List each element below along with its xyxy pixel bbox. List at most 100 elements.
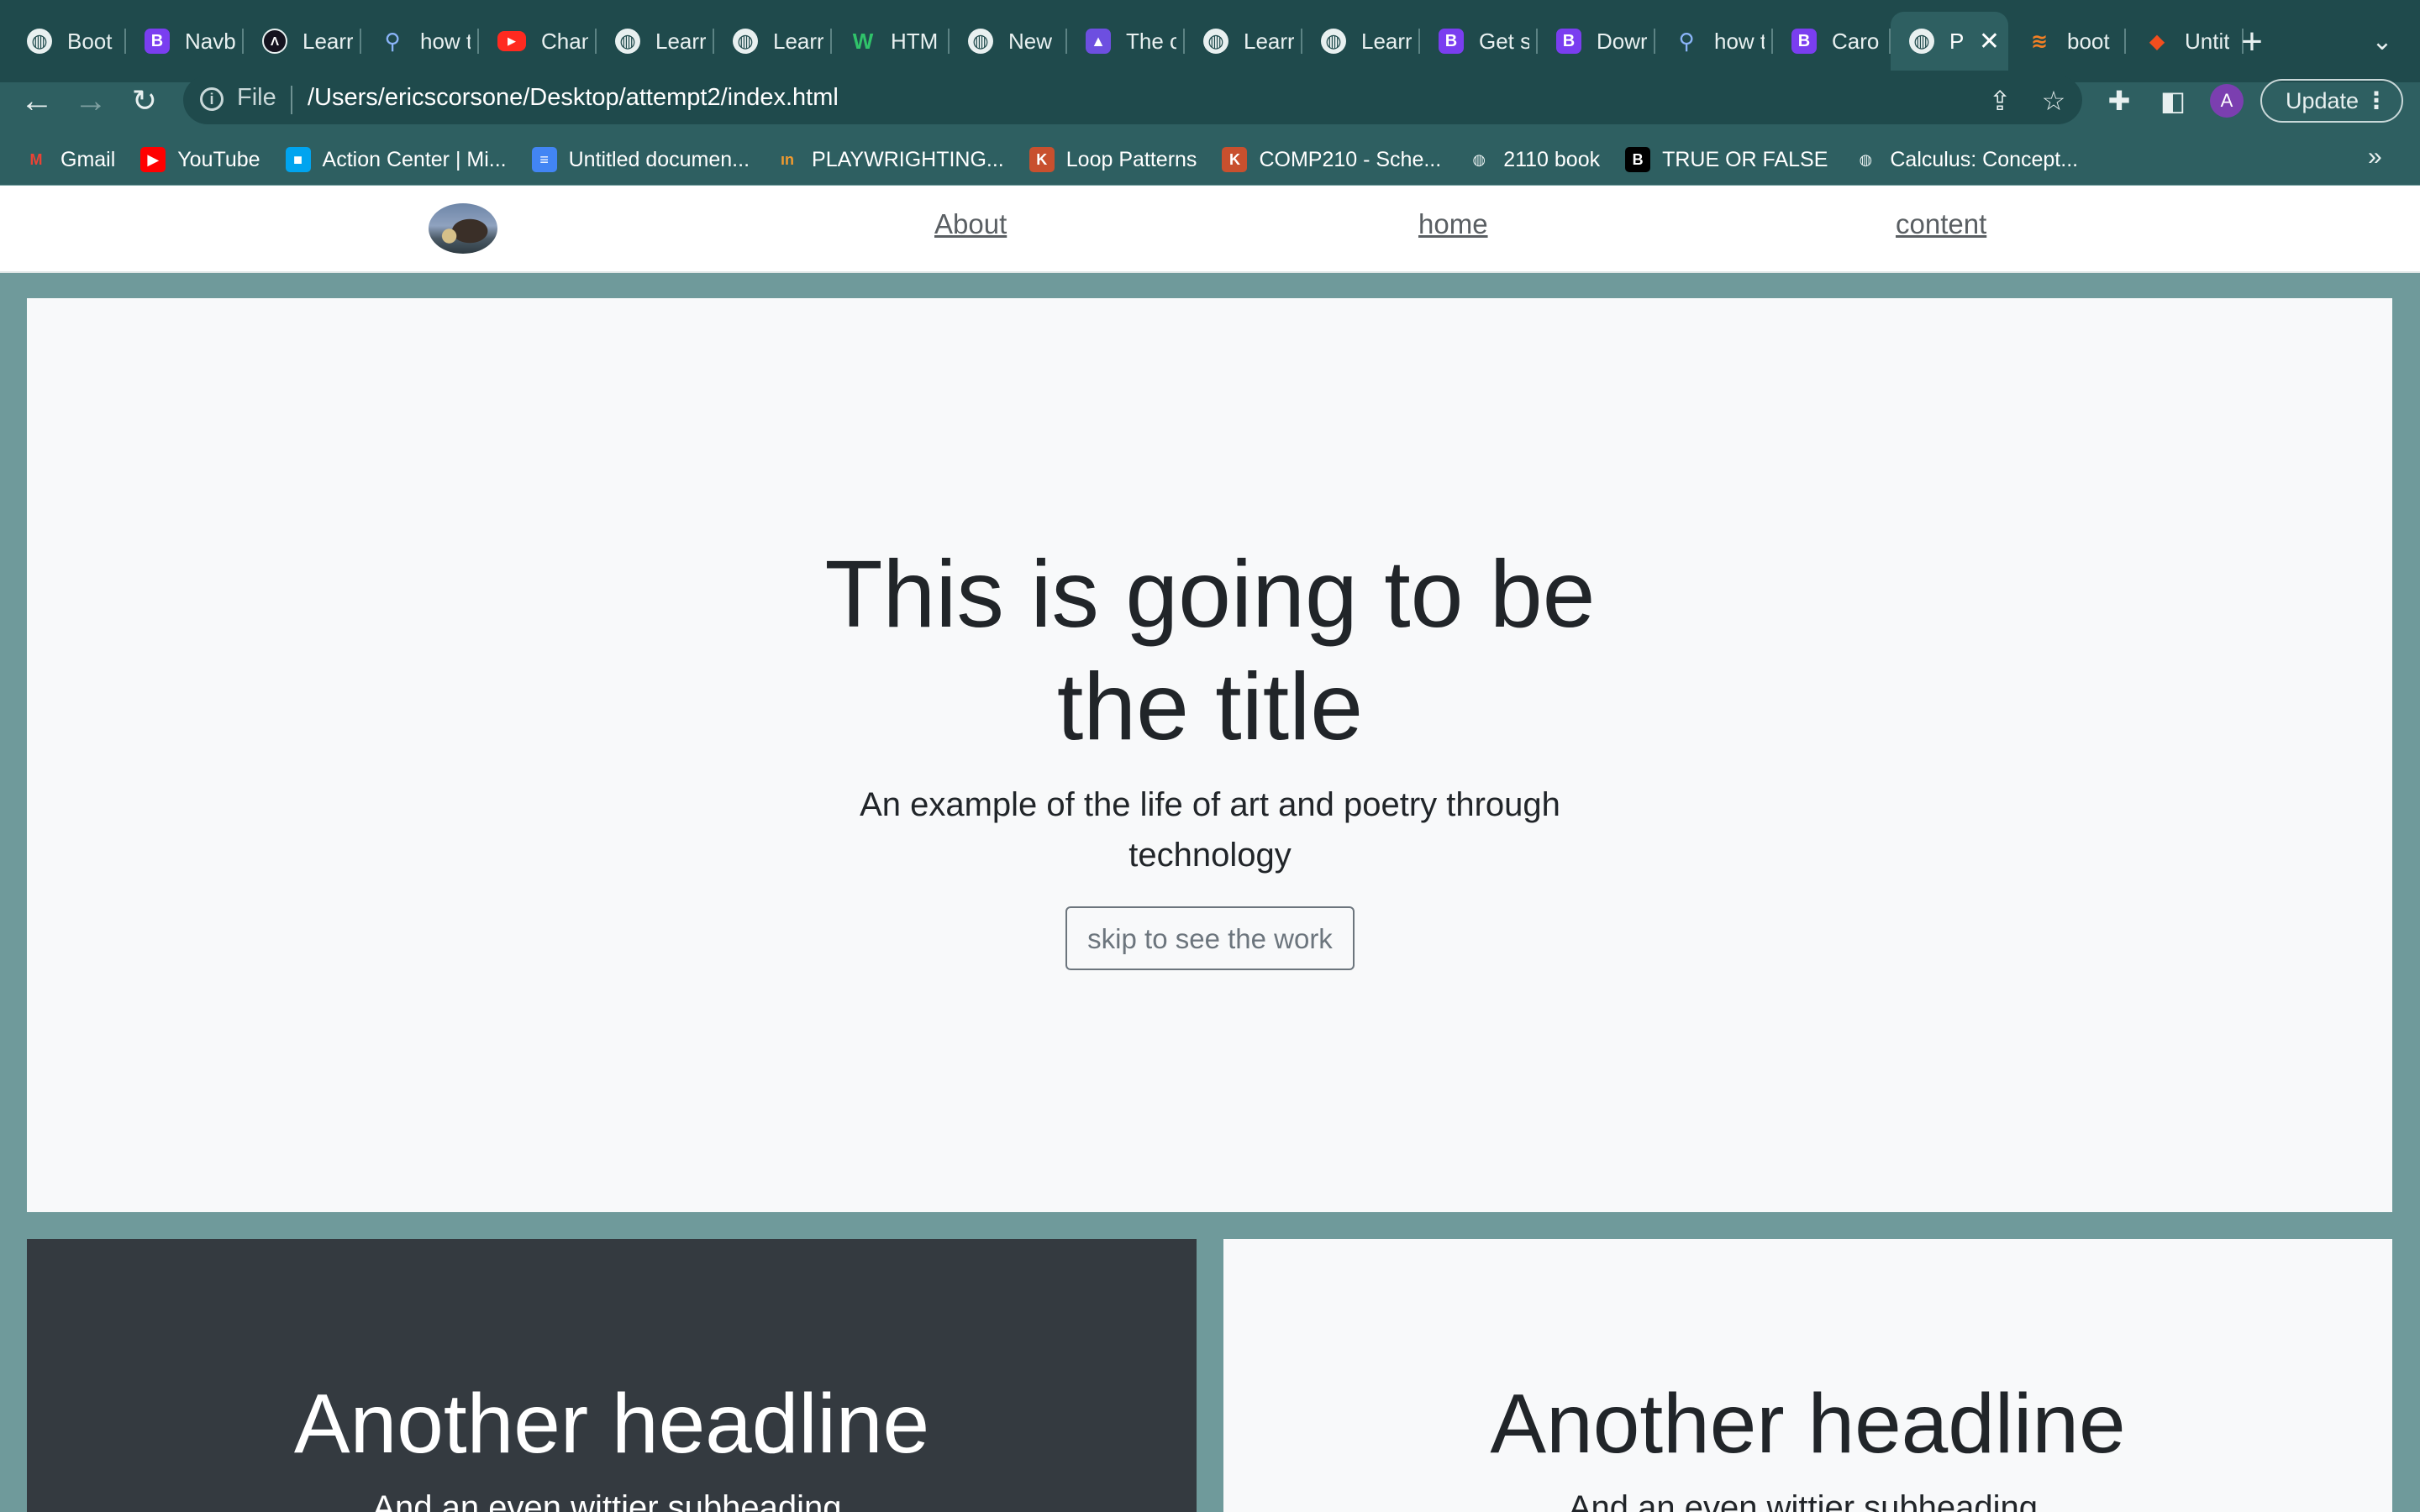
tab[interactable]: ▶ Chan — [479, 12, 597, 71]
tab[interactable]: ◆ Untit — [2126, 12, 2244, 71]
card-subheading: And an even wittier subheading. — [1568, 1489, 2048, 1512]
search-icon: ⚲ — [384, 28, 401, 54]
tab-title: boot — [2067, 28, 2110, 54]
tab[interactable]: ≋ boot — [2008, 12, 2126, 71]
tab[interactable]: B Navb — [126, 12, 244, 71]
figma-icon: ◆ — [2149, 29, 2165, 53]
tab[interactable]: ◍ Learr — [1185, 12, 1302, 71]
bookmarks-row: M Gmail ▶ YouTube ■ Action Center | Mi... ≡ Unt… — [24, 141, 2103, 178]
hero-title: This is going to be the title — [824, 541, 1596, 759]
rocket-icon: ▲ — [1086, 29, 1111, 54]
new-tab-button[interactable]: + — [2235, 18, 2269, 66]
stackoverflow-icon: ≋ — [2030, 29, 2049, 53]
tab-title: HTM — [891, 28, 939, 54]
site-logo-image[interactable] — [429, 203, 497, 254]
bookmark-item[interactable]: ■ Action Center | Mi... — [285, 147, 507, 172]
close-icon[interactable]: ✕ — [1979, 27, 2000, 56]
tab-title: Caro — [1832, 28, 1880, 54]
bookmark-item[interactable]: K Loop Patterns — [1028, 147, 1197, 172]
tab[interactable]: ◍ New — [950, 12, 1067, 71]
address-scheme-label: File — [237, 84, 276, 111]
tab[interactable]: ⚲ how t — [1655, 12, 1773, 71]
globe-icon: ◍ — [1472, 150, 1486, 168]
kebab-menu-icon[interactable]: ⋮ — [2365, 81, 2388, 121]
bookmark-label: Gmail — [60, 147, 116, 171]
bookmark-item[interactable]: B TRUE OR FALSE — [1625, 147, 1828, 172]
tab[interactable]: Λ Learr — [244, 12, 361, 71]
tab[interactable]: W HTM — [832, 12, 950, 71]
bookmark-item[interactable]: K COMP210 - Sche... — [1222, 147, 1441, 172]
back-arrow-icon[interactable]: ← — [13, 77, 60, 124]
playwrighting-icon: ın — [781, 150, 795, 168]
address-divider — [291, 86, 292, 114]
forward-arrow-icon[interactable]: → — [67, 77, 114, 124]
side-panel-icon[interactable]: ◧ — [2156, 84, 2190, 118]
tab-title: Untit — [2185, 28, 2230, 54]
reload-icon[interactable]: ↻ — [121, 77, 168, 124]
bootstrap-icon: B — [1439, 29, 1464, 54]
globe-icon: ◍ — [615, 29, 640, 54]
bookmark-item[interactable]: ≡ Untitled documen... — [531, 147, 750, 172]
tab-title: Boot — [67, 28, 113, 54]
update-button[interactable]: Update ⋮ — [2260, 79, 2403, 123]
tab[interactable]: ⚲ how t — [361, 12, 479, 71]
globe-icon: ◍ — [968, 29, 993, 54]
site-navbar — [0, 186, 2420, 271]
nav-link-content[interactable]: content — [1896, 208, 1986, 240]
bookmark-item[interactable]: M Gmail — [24, 147, 116, 172]
tab[interactable]: ◍ Learr — [1302, 12, 1420, 71]
bookmark-label: YouTube — [177, 147, 260, 171]
bookmark-item[interactable]: ◍ 2110 book — [1466, 147, 1600, 172]
info-icon[interactable]: i — [200, 87, 224, 111]
w-icon: W — [852, 28, 874, 54]
more-bookmarks-icon[interactable]: » — [2368, 143, 2382, 171]
bookmark-label: 2110 book — [1503, 147, 1601, 171]
bookmark-label: Action Center | Mi... — [322, 147, 507, 171]
tab[interactable]: B Get s — [1420, 12, 1538, 71]
hero-subtitle: An example of the life of art and poetry… — [860, 786, 1560, 874]
loop-icon: K — [1028, 147, 1055, 172]
bookmark-item[interactable]: ▶ YouTube — [140, 147, 260, 172]
profile-avatar[interactable]: A — [2210, 84, 2244, 118]
extensions-puzzle-icon[interactable]: ✚ — [2102, 84, 2136, 118]
address-url[interactable]: /Users/ericscorsone/Desktop/attempt2/ind… — [308, 84, 839, 112]
tab[interactable]: ▲ The c — [1067, 12, 1185, 71]
share-icon[interactable]: ⇪ — [1983, 84, 2017, 118]
globe-icon: ◍ — [1203, 29, 1228, 54]
tab[interactable]: B Caro — [1773, 12, 1891, 71]
tabs-row: ◍ Boot B Navb Λ Learr ⚲ how t ▶ Chan ◍ Learr ◍ Learr W… — [8, 12, 2244, 71]
bootstrap-icon: B — [1556, 29, 1581, 54]
tab[interactable]: ◍ Learr — [714, 12, 832, 71]
gmail-icon: M — [29, 150, 43, 168]
bookmark-item[interactable]: ın PLAYWRIGHTING... — [775, 147, 1004, 172]
tab[interactable]: ◍ Learr — [597, 12, 714, 71]
tab-title: The c — [1126, 28, 1176, 54]
bootstrap-icon: B — [145, 29, 170, 54]
nav-link-home[interactable]: home — [1418, 208, 1488, 240]
bookmark-label: PLAYWRIGHTING... — [812, 147, 1004, 171]
star-bookmark-icon[interactable]: ☆ — [2037, 84, 2070, 118]
nav-link-about[interactable]: About — [934, 208, 1007, 240]
tab-active[interactable]: ◍ Pr ✕ — [1891, 12, 2008, 71]
learn-icon: Λ — [262, 29, 287, 54]
skip-to-work-button[interactable]: skip to see the work — [1065, 906, 1355, 970]
tab-title: Learr — [1244, 28, 1294, 54]
tab-title: Pr — [1949, 28, 1964, 54]
bootstrap-icon: B — [1791, 29, 1817, 54]
bookmark-item[interactable]: ◍ Calculus: Concept... — [1853, 147, 2079, 172]
tab[interactable]: ◍ Boot — [8, 12, 126, 71]
bookmark-label: Untitled documen... — [568, 147, 750, 171]
tab-search-chevron-icon[interactable]: ⌄ — [2361, 18, 2403, 66]
tab[interactable]: B Dowr — [1538, 12, 1655, 71]
tab-title: Get s — [1479, 28, 1529, 54]
comp-icon: K — [1222, 147, 1248, 172]
b-black-icon: B — [1625, 147, 1651, 172]
microsoft-icon: ■ — [285, 147, 311, 172]
bookmark-label: TRUE OR FALSE — [1662, 147, 1828, 171]
feature-card-dark: Another headline And an even wittier sub… — [27, 1239, 1197, 1512]
card-headline: Another headline — [293, 1377, 930, 1471]
update-button-label: Update — [2286, 88, 2360, 113]
search-icon: ⚲ — [1678, 28, 1695, 54]
card-headline: Another headline — [1490, 1377, 2126, 1471]
bookmark-label: Calculus: Concept... — [1890, 147, 2079, 171]
